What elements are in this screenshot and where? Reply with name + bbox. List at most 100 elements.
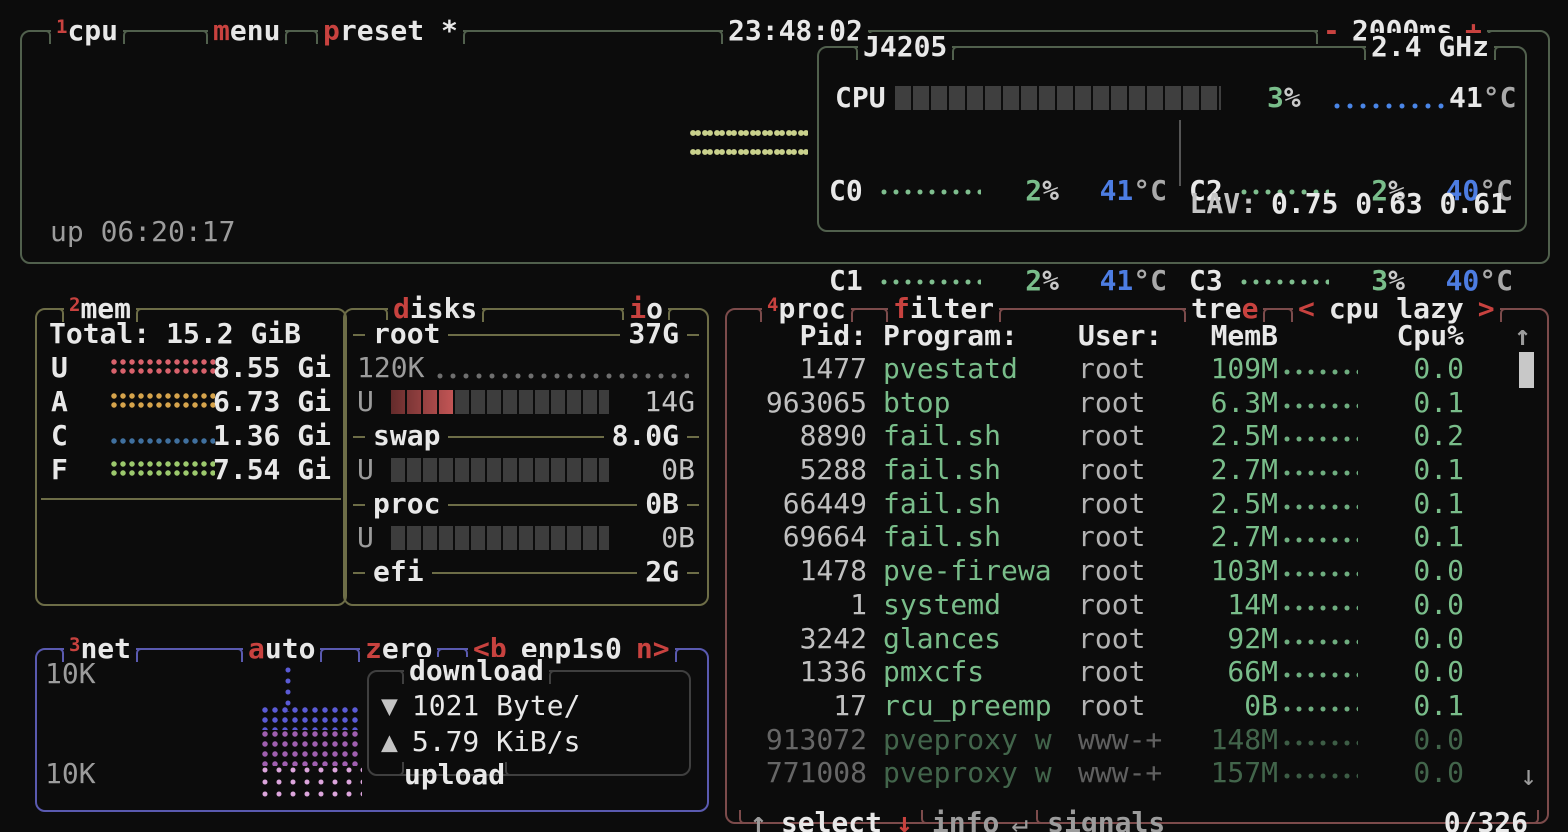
process-cpu-graph <box>1284 705 1358 714</box>
load-average: LAV:0.75 0.63 0.61 <box>1190 190 1507 218</box>
process-row[interactable]: 1 systemd root 14M 0.0 <box>737 588 1517 622</box>
process-program: glances <box>883 622 1078 656</box>
process-pid: 913072 <box>737 723 867 757</box>
process-user: root <box>1078 487 1190 521</box>
mem-available-value: 6.73 Gi <box>213 388 331 416</box>
process-cpu: 0.0 <box>1364 352 1464 386</box>
net-scale-bottom: 10K <box>45 760 96 788</box>
core-usage-graph <box>881 278 981 287</box>
process-program: fail.sh <box>883 487 1078 521</box>
process-mem: 2.7M <box>1190 520 1278 554</box>
process-user: root <box>1078 622 1190 656</box>
proc-table-header: Pid: Program: User: MemB Cpu% ↑ <box>737 322 1533 350</box>
cpu-box-title[interactable]: 1cpu <box>40 17 134 45</box>
upload-arrow-icon: ▲ <box>381 725 398 758</box>
upload-label: upload <box>404 761 505 789</box>
menu-label: enu <box>230 14 281 47</box>
sort-prev-button[interactable]: < <box>1298 292 1315 325</box>
disk-name: efi <box>365 558 432 586</box>
process-cpu-graph <box>1284 638 1358 647</box>
net-scale-top: 10K <box>45 660 96 688</box>
menu-button[interactable]: menu <box>197 17 296 45</box>
select-down-icon[interactable]: ↓ <box>896 806 913 832</box>
process-mem: 14M <box>1190 588 1278 622</box>
cpu-model: J4205 <box>858 33 952 61</box>
cpu-temp-graph <box>1334 102 1446 112</box>
process-row[interactable]: 771008 pveproxy w www-+ 157M 0.0 <box>737 756 1517 790</box>
mem-used-label: U <box>51 354 68 382</box>
mem-divider <box>41 498 341 500</box>
title-hook <box>40 30 51 44</box>
process-row[interactable]: 3242 glances root 92M 0.0 <box>737 622 1517 656</box>
signals-control[interactable]: signals <box>1047 809 1165 832</box>
process-mem: 2.5M <box>1190 419 1278 453</box>
column-program: Program: <box>883 322 1078 350</box>
scroll-down-icon[interactable]: ↓ <box>1520 762 1537 790</box>
info-control[interactable]: info↵ <box>932 809 1028 832</box>
process-row[interactable]: 5288 fail.sh root 2.7M 0.1 <box>737 453 1517 487</box>
process-user: root <box>1078 386 1190 420</box>
disk-used-label: U <box>357 456 374 484</box>
scrollbar-thumb[interactable] <box>1519 352 1534 388</box>
disk-io-graph <box>437 372 689 381</box>
disk-name: proc <box>365 490 448 518</box>
process-pid: 1478 <box>737 554 867 588</box>
net-box-number[interactable]: 3 <box>69 634 80 656</box>
process-row[interactable]: 66449 fail.sh root 2.5M 0.1 <box>737 487 1517 521</box>
download-label: download <box>404 657 549 685</box>
net-box: 3net auto zero <benp1s0n> 10K 10K down <box>35 648 709 812</box>
process-mem: 103M <box>1190 554 1278 588</box>
process-program: pmxcfs <box>883 655 1078 689</box>
mem-cached-graph <box>111 437 215 446</box>
process-user: root <box>1078 588 1190 622</box>
select-up-icon[interactable]: ↑ <box>750 806 767 832</box>
sort-next-button[interactable]: > <box>1478 292 1495 325</box>
process-mem: 0B <box>1190 689 1278 723</box>
process-row[interactable]: 963065 btop root 6.3M 0.1 <box>737 386 1517 420</box>
process-user: root <box>1078 689 1190 723</box>
mem-box-number[interactable]: 2 <box>69 294 80 316</box>
process-cpu-graph <box>1284 671 1358 680</box>
select-control[interactable]: ↑select↓ <box>750 809 913 832</box>
process-cpu: 0.2 <box>1364 419 1464 453</box>
btop-terminal: 1cpu menu preset * 23:48:02 -2000ms+ up … <box>0 0 1568 832</box>
preset-button[interactable]: preset * <box>307 17 474 45</box>
disk-used-label: U <box>357 524 374 552</box>
process-row[interactable]: 17 rcu_preemp root 0B 0.1 <box>737 689 1517 723</box>
proc-footer: ↑select↓ info↵ signals 0/326 <box>739 809 1539 832</box>
process-cpu-graph <box>1284 435 1358 444</box>
footer-line <box>1165 822 1444 824</box>
process-row[interactable]: 8890 fail.sh root 2.5M 0.2 <box>737 419 1517 453</box>
process-row[interactable]: 69664 fail.sh root 2.7M 0.1 <box>737 520 1517 554</box>
mem-box: 2mem Total:15.2 GiB U 8.55 Gi A 6.73 Gi … <box>35 308 347 606</box>
cpu-total-temp: 41°C <box>1449 84 1516 112</box>
process-row[interactable]: 1478 pve-firewa root 103M 0.0 <box>737 554 1517 588</box>
mem-used-graph <box>111 358 215 376</box>
proc-box-number[interactable]: 4 <box>767 294 778 316</box>
process-cpu-graph <box>1284 469 1358 478</box>
process-row[interactable]: 1336 pmxcfs root 66M 0.0 <box>737 655 1517 689</box>
mem-used-value: 8.55 Gi <box>213 354 331 382</box>
disk-used-value: 0B <box>661 456 695 484</box>
disk-section-efi-header: efi 2G <box>353 558 699 586</box>
core-row-c1: C1 2% 41°C <box>829 264 1179 298</box>
process-user: root <box>1078 655 1190 689</box>
uptime-label: up 06:20:17 <box>50 218 235 246</box>
net-auto-button[interactable]: auto <box>232 635 331 663</box>
process-cpu: 0.1 <box>1364 386 1464 420</box>
process-program: rcu_preemp <box>883 689 1078 723</box>
disk-size: 0B <box>637 490 687 518</box>
process-row[interactable]: 1477 pvestatd root 109M 0.0 <box>737 352 1517 386</box>
mem-cached-value: 1.36 Gi <box>213 422 331 450</box>
enter-key-icon: ↵ <box>999 806 1028 832</box>
mem-cached-label: C <box>51 422 68 450</box>
process-program: systemd <box>883 588 1078 622</box>
process-row[interactable]: 913072 pveproxy w www-+ 148M 0.0 <box>737 723 1517 757</box>
column-user: User: <box>1078 322 1190 350</box>
iface-next-button[interactable]: n> <box>636 632 670 665</box>
process-mem: 157M <box>1190 756 1278 790</box>
cpu-box-number[interactable]: 1 <box>56 16 67 38</box>
interval-minus-button[interactable]: - <box>1323 14 1340 47</box>
cpu-frequency: 2.4 GHz <box>1366 33 1494 61</box>
disk-used-label: U <box>357 388 374 416</box>
